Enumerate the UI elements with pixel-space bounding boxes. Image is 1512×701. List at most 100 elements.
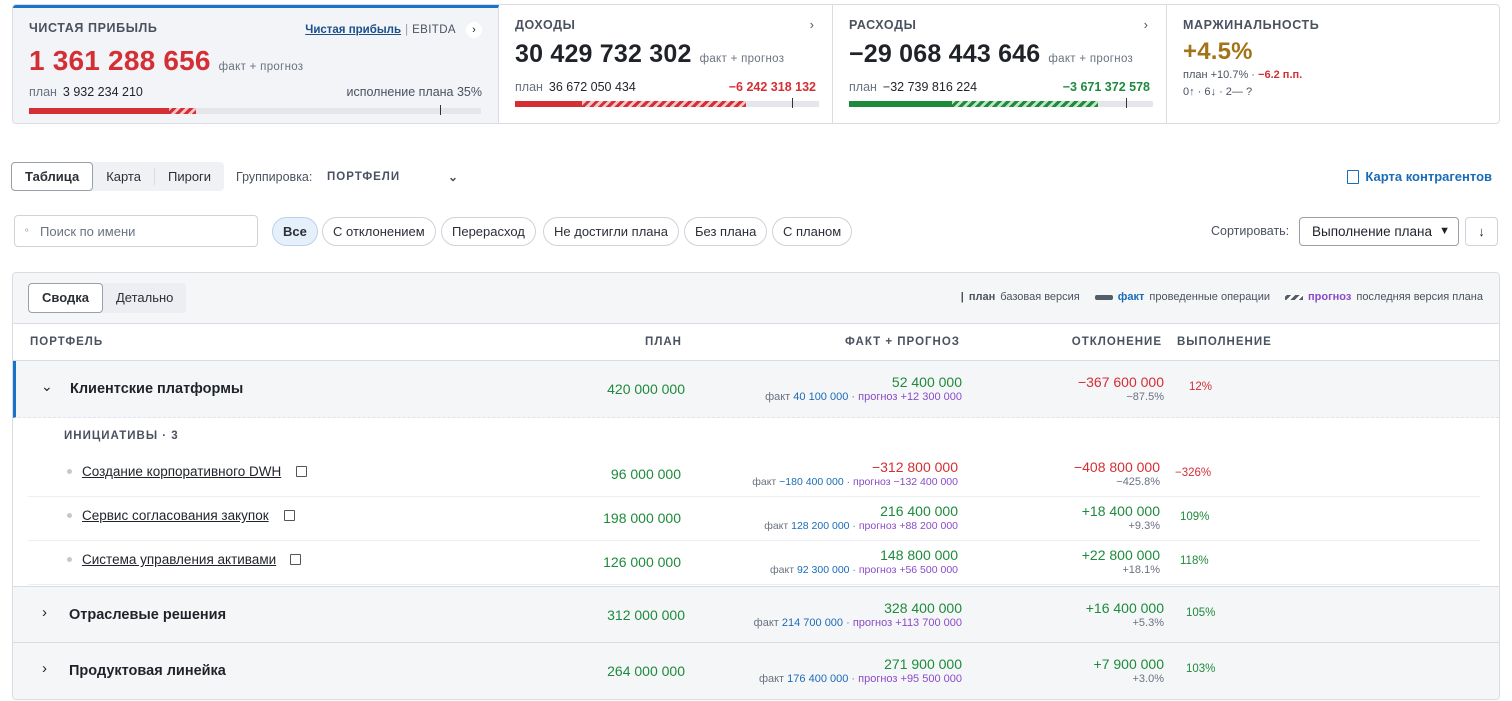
- item-total: −312 800 000: [871, 459, 958, 475]
- sort-label: Сортировать:: [1211, 224, 1290, 238]
- kpi-expense-progress: [849, 98, 1153, 108]
- item-plan: 198 000 000: [603, 510, 681, 526]
- tab-detailed[interactable]: Детально: [103, 283, 186, 313]
- tab-pies[interactable]: Пироги: [153, 168, 224, 185]
- kpi-strip: ЧИСТАЯ ПРИБЫЛЬ Чистая прибыль | EBITDA ›…: [12, 4, 1500, 124]
- legend-forecast: прогноз: [1308, 291, 1352, 303]
- kpi-income-card[interactable]: ДОХОДЫ › 30 429 732 302 факт + прогноз п…: [499, 5, 833, 123]
- legend-plan-marker: |: [960, 291, 964, 303]
- group-name: Отраслевые решения: [69, 607, 227, 623]
- group-breakdown: факт 40 100 000 · прогноз +12 300 000: [765, 391, 962, 403]
- kpi-margin-delta: −6.2 п.п.: [1258, 69, 1303, 81]
- kpi-income-plan: 36 672 050 434: [548, 80, 636, 94]
- view-tabs: Таблица Карта Пироги: [11, 162, 225, 191]
- group-deviation: −367 600 000: [1077, 374, 1164, 390]
- chevron-right-icon[interactable]: ›: [466, 22, 482, 38]
- kpi-net-exec: исполнение плана 35%: [346, 85, 483, 99]
- search-placeholder: Поиск по имени: [40, 224, 136, 239]
- kpi-net-profit-card[interactable]: ЧИСТАЯ ПРИБЫЛЬ Чистая прибыль | EBITDA ›…: [13, 5, 499, 123]
- group-deviation-pct: +3.0%: [1132, 673, 1165, 685]
- initiative-link[interactable]: Система управления активами: [82, 552, 276, 567]
- kpi-net-value: 1 361 288 656: [29, 45, 211, 76]
- external-link-icon[interactable]: [290, 554, 301, 565]
- group-total: 52 400 000: [891, 374, 962, 390]
- chevron-right-icon[interactable]: ›: [42, 604, 47, 621]
- group-deviation-pct: −87.5%: [1126, 391, 1164, 403]
- table-row-group[interactable]: › Продуктовая линейка 264 000 000 271 90…: [13, 643, 1499, 699]
- kpi-margin-title: МАРЖИНАЛЬНОСТЬ: [1183, 18, 1320, 32]
- filter-deviation[interactable]: С отклонением: [322, 217, 436, 246]
- group-deviation-pct: +5.3%: [1132, 617, 1165, 629]
- sort-direction-button[interactable]: ↓: [1465, 217, 1498, 246]
- counterparty-map-label: Карта контрагентов: [1365, 169, 1492, 184]
- item-deviation: +22 800 000: [1081, 547, 1160, 563]
- group-execution: 103%: [1186, 663, 1216, 675]
- group-breakdown: факт 214 700 000 · прогноз +113 700 000: [753, 617, 962, 629]
- grouping-value: ПОРТФЕЛИ: [327, 171, 401, 183]
- toggle-net-profit[interactable]: Чистая прибыль: [305, 24, 401, 36]
- item-total: 216 400 000: [880, 503, 958, 519]
- legend-forecast-text: последняя версия плана: [1356, 291, 1483, 303]
- kpi-expense-value: −29 068 443 646: [849, 40, 1041, 68]
- kpi-expense-card[interactable]: РАСХОДЫ › −29 068 443 646 факт + прогноз…: [833, 5, 1167, 123]
- filter-no-plan[interactable]: Без плана: [684, 217, 768, 246]
- table-row[interactable]: Система управления активами 126 000 000 14…: [28, 541, 1480, 585]
- kpi-margin-counts: 0↑ · 6↓ · 2— ?: [1183, 86, 1253, 98]
- kpi-expense-plan: −32 739 816 224: [882, 80, 978, 94]
- chevron-right-icon[interactable]: ›: [42, 660, 47, 677]
- legend-fact-swatch: [1094, 294, 1113, 300]
- bullet: [67, 513, 72, 518]
- kpi-margin-plan: план +10.7% ·: [1183, 69, 1255, 81]
- item-execution: 118%: [1180, 555, 1209, 567]
- item-execution: 109%: [1180, 511, 1210, 523]
- tab-table[interactable]: Таблица: [11, 162, 94, 191]
- kpi-income-delta: −6 242 318 132: [728, 80, 816, 94]
- external-link-icon[interactable]: [296, 466, 307, 477]
- grouping-select[interactable]: ПОРТФЕЛИ ⌄: [327, 164, 463, 190]
- initiatives-label: ИНИЦИАТИВЫ · 3: [64, 430, 179, 442]
- group-total: 271 900 000: [884, 656, 962, 672]
- kpi-income-suffix: факт + прогноз: [699, 53, 785, 65]
- grouping-label: Группировка:: [236, 170, 313, 184]
- filter-overspend[interactable]: Перерасход: [441, 217, 536, 246]
- item-breakdown: факт −180 400 000 · прогноз −132 400 000: [752, 476, 958, 488]
- filter-with-plan[interactable]: С планом: [772, 217, 853, 246]
- group-total: 328 400 000: [884, 600, 962, 616]
- group-plan: 420 000 000: [607, 381, 685, 397]
- table-row[interactable]: Создание корпоративного DWH 96 000 000 −31…: [28, 453, 1480, 497]
- kpi-income-plan-label: план: [515, 80, 543, 94]
- item-execution: −326%: [1175, 467, 1212, 479]
- counterparty-map-button[interactable]: Карта контрагентов: [1347, 169, 1492, 184]
- toggle-ebitda[interactable]: EBITDA: [412, 24, 456, 36]
- kpi-net-plan-label: план: [29, 85, 57, 99]
- filter-not-reached[interactable]: Не достигли плана: [543, 217, 679, 246]
- legend-forecast-swatch: [1285, 294, 1303, 300]
- chevron-down-icon[interactable]: ⌄: [41, 378, 53, 395]
- table-row[interactable]: Сервис согласования закупок 198 000 000 21…: [28, 497, 1480, 541]
- table-header: ПОРТФЕЛЬ ПЛАН ФАКТ + ПРОГНОЗ ОТКЛОНЕНИЕ …: [13, 324, 1499, 361]
- external-link-icon[interactable]: [284, 510, 295, 521]
- portfolio-panel: Сводка Детально | план базовая версия факт…: [12, 272, 1500, 700]
- group-plan: 264 000 000: [607, 663, 685, 679]
- tab-map[interactable]: Карта: [93, 162, 154, 191]
- item-deviation: +18 400 000: [1081, 503, 1160, 519]
- building-icon: [1347, 169, 1360, 184]
- search-input[interactable]: ⚬ Поиск по имени: [14, 215, 258, 247]
- chevron-right-icon[interactable]: ›: [810, 17, 814, 32]
- group-execution: 105%: [1186, 607, 1216, 619]
- table-row-group[interactable]: › Отраслевые решения 312 000 000 328 400…: [13, 586, 1499, 643]
- chevron-right-icon[interactable]: ›: [1144, 17, 1148, 32]
- item-breakdown: факт 92 300 000 · прогноз +56 500 000: [770, 564, 958, 576]
- legend-plan: план: [968, 291, 996, 303]
- initiative-link[interactable]: Создание корпоративного DWH: [82, 464, 281, 479]
- kpi-income-title: ДОХОДЫ: [515, 18, 576, 32]
- sort-select[interactable]: Выполнение плана ▼: [1299, 217, 1459, 246]
- metric-toggle: Чистая прибыль | EBITDA ›: [305, 22, 482, 38]
- filter-all[interactable]: Все: [272, 217, 318, 246]
- arrow-down-icon: ↓: [1478, 224, 1485, 239]
- tab-summary[interactable]: Сводка: [28, 283, 103, 313]
- table-row-group[interactable]: ⌄ Клиентские платформы 420 000 000 52 40…: [13, 361, 1499, 418]
- initiative-link[interactable]: Сервис согласования закупок: [82, 508, 269, 523]
- kpi-margin-card[interactable]: МАРЖИНАЛЬНОСТЬ +4.5% план +10.7% · −6.2 …: [1167, 5, 1499, 123]
- group-deviation: +16 400 000: [1085, 600, 1164, 616]
